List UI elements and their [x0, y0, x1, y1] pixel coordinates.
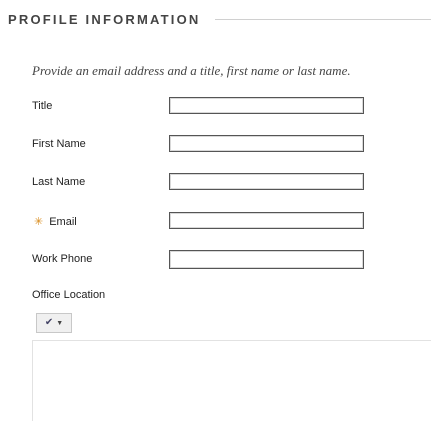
- field-row-email: ✳ Email: [32, 212, 372, 234]
- asterisk-icon: ✳: [34, 216, 44, 228]
- field-row-work-phone: Work Phone: [32, 250, 372, 272]
- title-input[interactable]: [169, 97, 364, 114]
- first-name-label: First Name: [32, 138, 86, 150]
- section-divider: [214, 18, 431, 20]
- field-row-first-name: First Name: [32, 135, 372, 157]
- office-location-editor[interactable]: [32, 340, 431, 421]
- profile-information-form: PROFILE INFORMATION Provide an email add…: [0, 0, 431, 421]
- email-label-group: ✳ Email: [32, 215, 77, 228]
- spellcheck-icon: ✔: [44, 317, 54, 328]
- first-name-input[interactable]: [169, 135, 364, 152]
- title-label: Title: [32, 100, 53, 112]
- section-header: PROFILE INFORMATION: [8, 10, 431, 28]
- work-phone-label: Work Phone: [32, 253, 93, 265]
- field-row-title: Title: [32, 97, 372, 119]
- email-input[interactable]: [169, 212, 364, 229]
- email-label: Email: [49, 216, 77, 228]
- instructions-text: Provide an email address and a title, fi…: [32, 63, 351, 78]
- section-title: PROFILE INFORMATION: [8, 11, 201, 27]
- last-name-input[interactable]: [169, 173, 364, 190]
- office-location-label: Office Location: [32, 289, 106, 301]
- work-phone-input[interactable]: [169, 250, 364, 269]
- last-name-label: Last Name: [32, 176, 86, 188]
- field-row-last-name: Last Name: [32, 173, 372, 195]
- spellcheck-button[interactable]: ✔ ▼: [36, 313, 72, 333]
- chevron-down-icon[interactable]: ▼: [56, 320, 63, 327]
